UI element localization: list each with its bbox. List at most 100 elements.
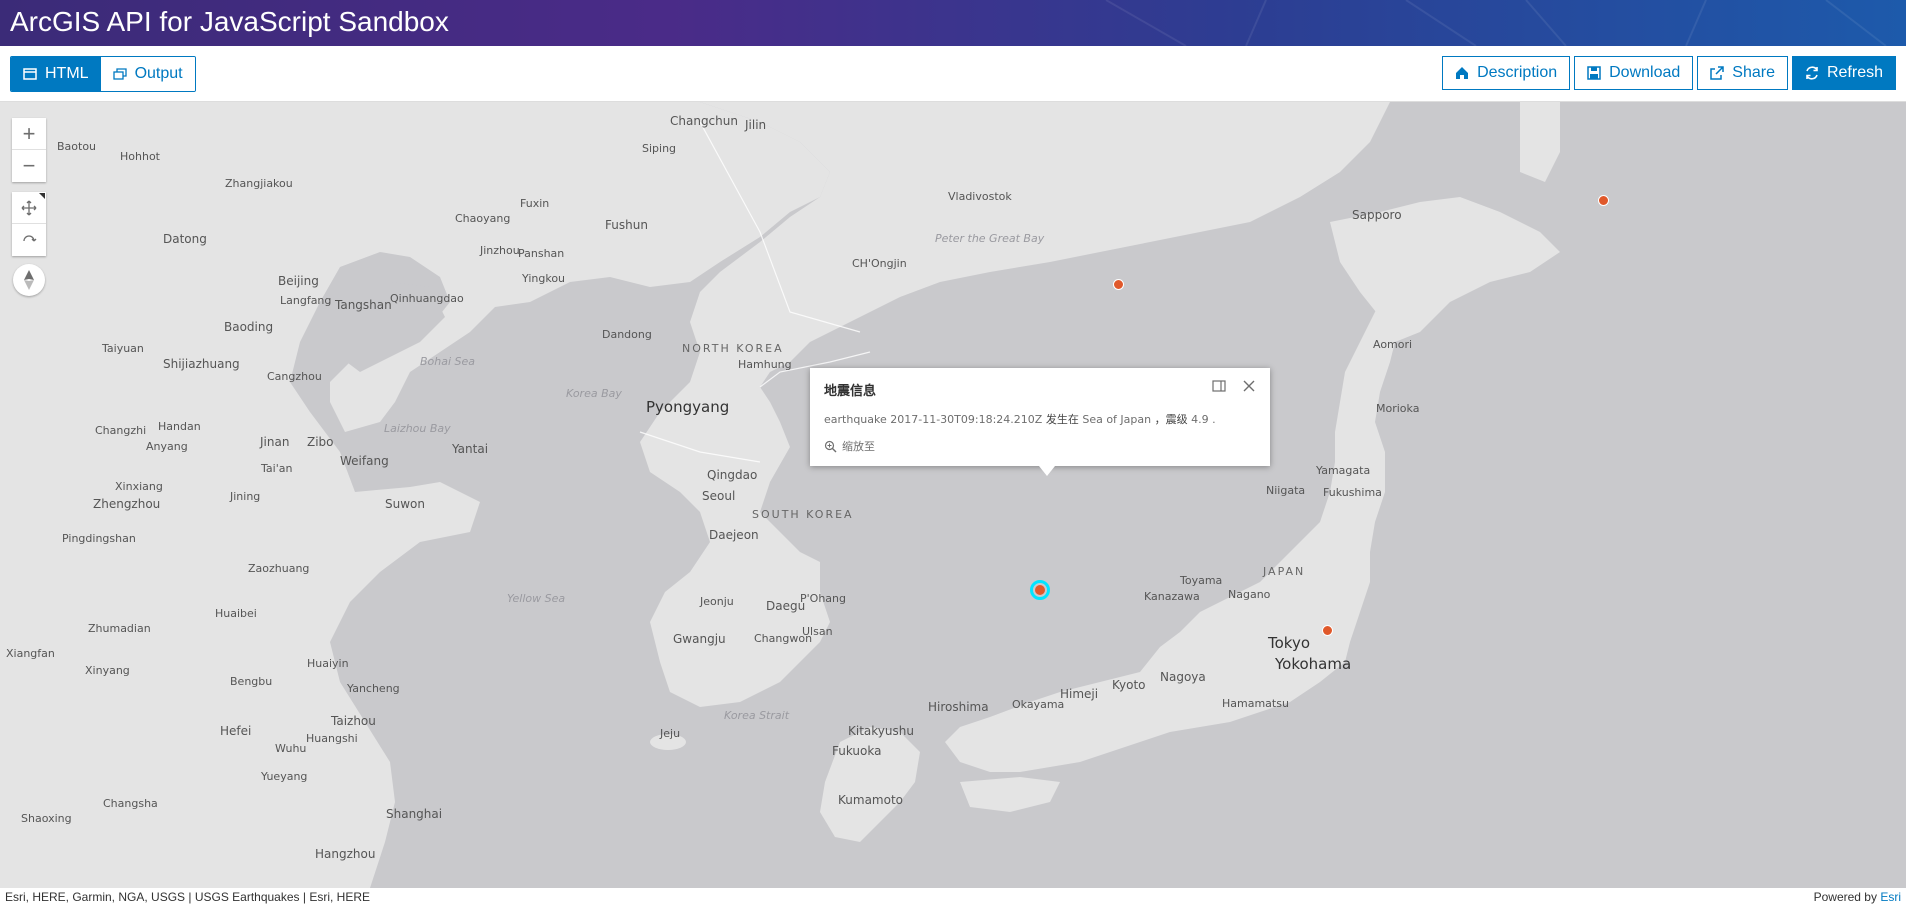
- map-label-city: Fuxin: [520, 197, 550, 210]
- share-button[interactable]: Share: [1697, 56, 1788, 90]
- compass-button[interactable]: [13, 264, 45, 296]
- compass-icon: [24, 270, 34, 290]
- map-label-city: Chaoyang: [455, 212, 511, 225]
- tab-html[interactable]: HTML: [11, 57, 101, 91]
- map-label-city: Pingdingshan: [62, 532, 136, 545]
- map-label-city: Xinxiang: [115, 480, 163, 493]
- tab-output-label: Output: [134, 65, 183, 82]
- popup-title: 地震信息: [824, 384, 877, 399]
- action-buttons: Description Download Share Refresh: [1442, 56, 1896, 90]
- map-label-city: Wuhu: [275, 742, 307, 755]
- attribution-text[interactable]: Esri, HERE, Garmin, NGA, USGS | USGS Ear…: [5, 890, 370, 904]
- share-icon: [1710, 66, 1725, 80]
- map-label-city: Fukuoka: [832, 744, 882, 758]
- refresh-label: Refresh: [1826, 64, 1883, 81]
- rotate-icon: [23, 235, 37, 242]
- map-label-city: Huangshi: [306, 732, 358, 745]
- map-label-city: Qingdao: [707, 468, 758, 482]
- map-label-city: Shijiazhuang: [163, 357, 240, 371]
- popup-pointer: [1039, 466, 1055, 476]
- earthquake-point[interactable]: [1598, 195, 1609, 206]
- earthquake-point[interactable]: [1322, 625, 1333, 636]
- map-label-city: Shaoxing: [21, 812, 72, 825]
- map-label-city: Daejeon: [709, 528, 759, 542]
- app-title: ArcGIS API for JavaScript Sandbox: [10, 6, 449, 37]
- popup-quake-id: earthquake 2017-11-30T09:18:24.210Z: [824, 413, 1043, 426]
- map-label-city: Siping: [642, 142, 677, 155]
- map-label-country: NORTH KOREA: [682, 342, 784, 355]
- map-view[interactable]: Changchun Jilin Baotou Hohhot Siping Vla…: [0, 102, 1906, 888]
- selected-earthquake-point[interactable]: [1030, 580, 1050, 600]
- map-label-city: Jilin: [745, 118, 767, 132]
- esri-link[interactable]: Esri: [1880, 890, 1901, 904]
- close-icon[interactable]: [1242, 379, 1256, 393]
- map-label-city: Yueyang: [261, 770, 308, 783]
- map-label-city: Tai'an: [261, 462, 293, 475]
- tab-output[interactable]: Output: [100, 57, 195, 91]
- pan-button[interactable]: [12, 192, 46, 224]
- zoom-to-icon: [824, 440, 837, 452]
- download-label: Download: [1609, 64, 1681, 81]
- map-label-city: Fushun: [605, 218, 648, 232]
- popup-body: earthquake 2017-11-30T09:18:24.210Z 发生在 …: [824, 411, 1216, 427]
- map-label-city: Hefei: [220, 724, 252, 738]
- download-button[interactable]: Download: [1574, 56, 1694, 90]
- map-label-city: Cangzhou: [267, 370, 322, 383]
- map-label-city: Zaozhuang: [248, 562, 310, 575]
- save-icon: [1587, 66, 1601, 80]
- corner-indicator-icon: [39, 193, 45, 199]
- land-japan-shikoku: [960, 777, 1060, 812]
- map-label-city: Taizhou: [331, 714, 376, 728]
- map-label-city: Yokohama: [1275, 655, 1352, 673]
- map-label-city: Changchun: [670, 114, 738, 128]
- map-label-water: Korea Bay: [566, 387, 622, 400]
- earthquake-popup: 地震信息 earthquake 2017-11-30T09:18:24.210Z…: [810, 368, 1270, 476]
- zoom-out-button[interactable]: −: [12, 150, 46, 182]
- map-label-city: CH'Ongjin: [852, 257, 907, 270]
- map-label-city: Bengbu: [230, 675, 273, 688]
- map-label-city: Niigata: [1266, 484, 1306, 497]
- map-label-city: Handan: [158, 420, 201, 433]
- app-header: ArcGIS API for JavaScript Sandbox: [0, 0, 1906, 46]
- map-label-city: Sapporo: [1352, 208, 1402, 222]
- powered-by-prefix: Powered by: [1813, 890, 1877, 904]
- map-label-city: Jining: [230, 490, 261, 503]
- toolbar: HTML Output Description Download Share R…: [0, 46, 1906, 102]
- map-label-city: Fukushima: [1323, 486, 1382, 499]
- map-label-city: Nagano: [1228, 588, 1271, 601]
- map-label-city: Beijing: [278, 274, 319, 288]
- map-label-city: Xiangfan: [6, 647, 55, 660]
- map-label-city: Jeju: [660, 727, 681, 740]
- map-label-city: Hamamatsu: [1222, 697, 1289, 710]
- map-label-city: Datong: [163, 232, 207, 246]
- map-label-city: Aomori: [1373, 338, 1413, 351]
- refresh-button[interactable]: Refresh: [1791, 56, 1896, 90]
- map-label-city: Changsha: [103, 797, 158, 810]
- zoom-in-button[interactable]: +: [12, 118, 46, 150]
- map-label-city: Kanazawa: [1144, 590, 1200, 603]
- map-label-city: Zhangjiakou: [225, 177, 293, 190]
- map-label-city: Okayama: [1012, 698, 1065, 711]
- map-label-city: Pyongyang: [646, 398, 730, 416]
- description-button[interactable]: Description: [1442, 56, 1571, 90]
- map-label-city: Shanghai: [386, 807, 443, 821]
- rotate-button[interactable]: [12, 224, 46, 256]
- zoom-to-action[interactable]: 缩放至: [824, 438, 875, 454]
- map-label-city: Weifang: [340, 454, 389, 468]
- map-label-city: Changwon: [754, 632, 813, 645]
- map-label-city: Kyoto: [1112, 678, 1146, 692]
- map-label-city: Xinyang: [85, 664, 130, 677]
- map-label-city: Seoul: [702, 489, 736, 503]
- map-label-city: Hohhot: [120, 150, 160, 163]
- dock-icon[interactable]: [1212, 379, 1226, 393]
- map-label-city: Baotou: [57, 140, 97, 153]
- map-label-city: Yancheng: [347, 682, 400, 695]
- popup-place: Sea of Japan: [1082, 413, 1152, 426]
- map-label-city: Changzhi: [95, 424, 147, 437]
- earthquake-point[interactable]: [1113, 279, 1124, 290]
- attribution-bar: Esri, HERE, Garmin, NGA, USGS | USGS Ear…: [0, 888, 1906, 906]
- map-label-city: Zhengzhou: [93, 497, 161, 511]
- map-label-city: P'Ohang: [800, 592, 846, 605]
- map-label-city: Hiroshima: [928, 700, 989, 714]
- popup-mag-label: 震级: [1165, 413, 1188, 426]
